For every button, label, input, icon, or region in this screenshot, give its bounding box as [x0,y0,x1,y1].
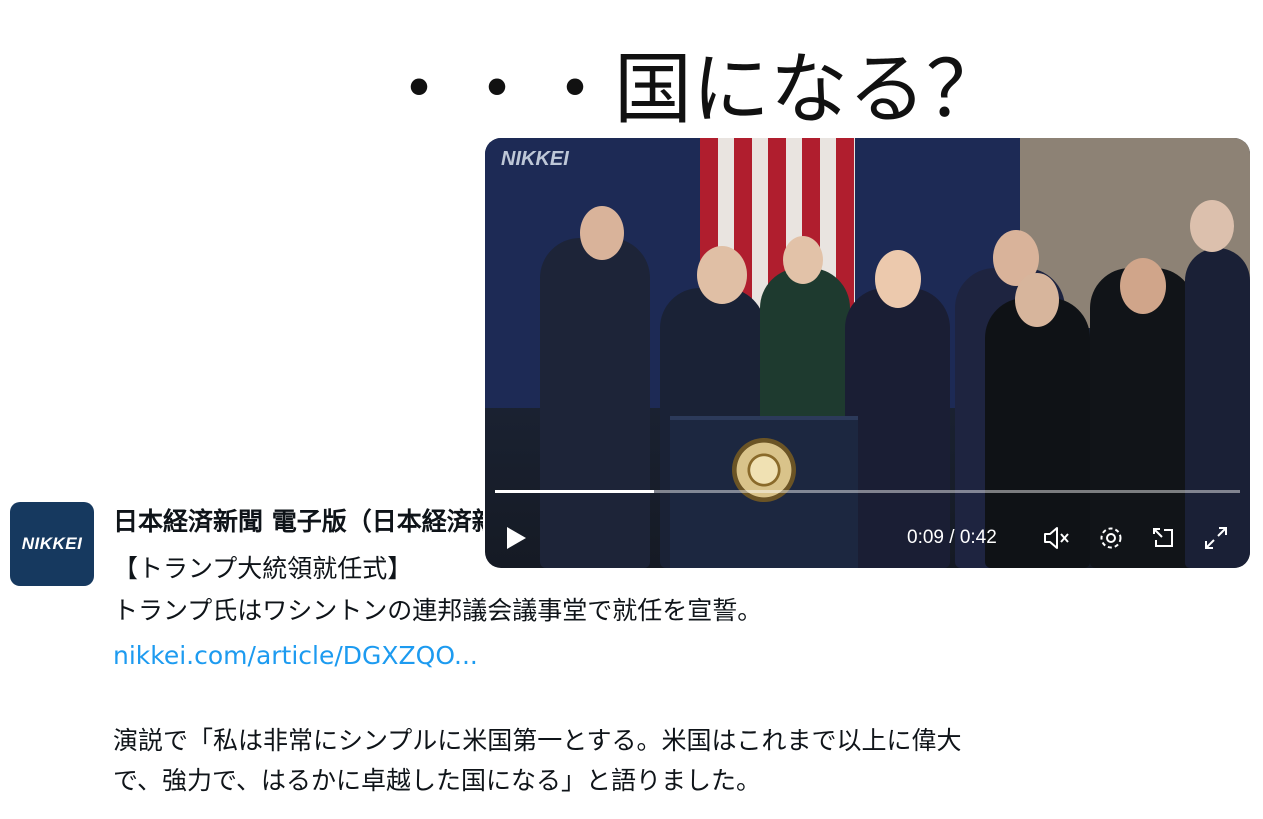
play-icon [507,527,526,549]
fullscreen-icon [1205,527,1227,549]
post-text-line-2: トランプ氏はワシントンの連邦議会議事堂で就任を宣誓。 [113,596,763,625]
person-head [1015,273,1059,327]
person-head [1120,258,1166,314]
mute-icon [1044,527,1069,549]
person-head [697,246,747,304]
mute-button[interactable] [1042,524,1072,552]
time-display: 0:09 / 0:42 [907,527,997,548]
video-player[interactable]: NIKKEI 0:09 / 0:42 [485,138,1250,568]
person-head [580,206,624,260]
person-head [783,236,823,284]
popout-button[interactable] [1149,524,1177,552]
play-button[interactable] [503,524,529,552]
avatar[interactable]: NIKKEI [10,502,94,586]
post-text-line-1: 【トランプ大統領就任式】 [113,554,413,583]
article-link[interactable]: nikkei.com/article/DGXZQO... [113,637,478,675]
person-head [875,250,921,308]
gear-icon [1100,527,1122,549]
author-name[interactable]: 日本経済新聞 電子版（日本経済新聞社） [113,504,483,540]
post-text-line-4: 演説で「私は非常にシンプルに米国第一とする。米国はこれまで以上に偉大 [113,726,962,755]
fullscreen-button[interactable] [1202,524,1230,552]
avatar-logo-text: NIKKEI [21,534,83,553]
progress-bar[interactable] [495,490,1240,493]
progress-fill [495,490,655,493]
headline-text: ・・・国になる？ [380,45,1005,135]
video-controls: 0:09 / 0:42 [485,510,1250,568]
popout-icon [1153,528,1173,547]
settings-button[interactable] [1097,524,1125,552]
video-watermark: NIKKEI [501,148,569,170]
post-text-line-5: で、強力で、はるかに卓越した国になる」と語りました。 [113,766,762,795]
person-head [1190,200,1234,252]
